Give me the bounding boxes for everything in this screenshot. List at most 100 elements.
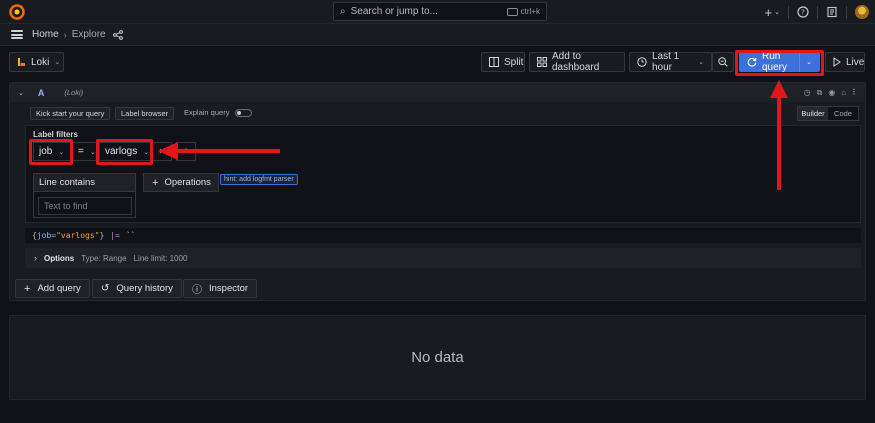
keyboard-shortcut-hint: ctrl+k — [506, 7, 540, 16]
options-label: Options — [44, 253, 75, 263]
add-query-label: Add query — [37, 283, 81, 294]
query-row-actions: ◷ ⧉ ◉ ⌂ ⠇ — [804, 88, 858, 98]
clock-icon — [637, 57, 647, 67]
datasource-picker[interactable]: Loki ⌄ — [9, 52, 64, 72]
inspector-label: Inspector — [209, 283, 249, 294]
operator-value: = — [78, 146, 84, 157]
options-line-limit: Line limit: 1000 — [133, 253, 188, 263]
zoom-out-button[interactable] — [712, 52, 734, 72]
builder-mode-tab[interactable]: Builder — [798, 107, 828, 120]
top-navbar: ⌕ Search or jump to... ctrl+k + ⌄ ? — [0, 0, 875, 24]
query-preview-pipe: |= — [110, 231, 120, 240]
menu-icon[interactable] — [11, 30, 23, 39]
query-history-label: Query history — [116, 283, 173, 294]
label-browser-button[interactable]: Label browser — [115, 107, 175, 120]
line-contains-input[interactable]: Text to find — [38, 197, 132, 215]
duplicate-query-icon[interactable]: ⧉ — [817, 88, 823, 98]
remove-filter-button[interactable]: ✕ — [152, 142, 172, 161]
collapse-chevron-icon[interactable]: ⌄ — [18, 89, 24, 97]
search-placeholder: Search or jump to... — [350, 6, 438, 17]
query-ref-id[interactable]: A — [38, 88, 45, 98]
explain-query-label: Explain query — [184, 108, 230, 117]
grafana-logo-icon[interactable] — [9, 4, 25, 20]
add-to-dashboard-label: Add to dashboard — [552, 51, 600, 73]
breadcrumb-home[interactable]: Home — [32, 29, 59, 40]
annotation-highlight-job — [29, 139, 73, 165]
line-contains-operation: Line contains Text to find — [33, 173, 136, 218]
results-panel: No data — [9, 315, 866, 400]
chevron-down-icon: ⌄ — [54, 59, 61, 66]
news-icon[interactable] — [826, 6, 838, 18]
chevron-down-icon: ⌄ — [774, 9, 780, 16]
help-icon[interactable]: ? — [797, 6, 809, 18]
operations-label: Operations — [164, 177, 211, 188]
annotation-highlight-varlogs — [96, 139, 153, 165]
query-preview: { job = "varlogs" } |= `` — [25, 228, 861, 243]
apps-icon — [537, 57, 547, 67]
query-datasource-tag: (Loki) — [64, 88, 84, 97]
split-label: Split — [504, 56, 524, 68]
breadcrumb-explore: Explore — [71, 29, 106, 40]
query-history-button[interactable]: ↺ Query history — [92, 279, 182, 298]
split-icon — [489, 57, 499, 67]
top-right-icons: + ⌄ ? — [765, 0, 875, 24]
live-label: Live — [846, 56, 865, 68]
add-filter-button[interactable]: + — [176, 142, 196, 161]
search-input[interactable]: ⌕ Search or jump to... ctrl+k — [333, 2, 547, 21]
hint-logfmt-parser[interactable]: hint: add logfmt parser — [220, 174, 298, 185]
svg-text:?: ? — [801, 9, 805, 17]
query-row-header[interactable]: ⌄ A (Loki) ◷ ⧉ ◉ ⌂ ⠇ — [10, 83, 865, 102]
drag-handle-icon[interactable]: ⠇ — [852, 88, 858, 98]
plus-icon: + — [24, 282, 31, 295]
add-query-button[interactable]: + Add query — [15, 279, 90, 298]
plus-icon: + — [152, 176, 159, 189]
chevron-down-icon: ⌄ — [698, 59, 704, 66]
play-icon — [833, 57, 841, 67]
keyboard-icon — [506, 7, 518, 16]
divider — [817, 5, 818, 19]
annotation-highlight-run-query — [735, 50, 824, 76]
query-preview-brace: } — [99, 231, 105, 240]
loki-logo-icon — [17, 57, 26, 67]
split-button[interactable]: Split — [481, 52, 525, 72]
live-button[interactable]: Live — [825, 52, 865, 72]
no-data-message: No data — [411, 349, 464, 366]
operator-select[interactable]: = ⌄ — [72, 142, 97, 161]
add-to-dashboard-button[interactable]: Add to dashboard — [529, 51, 625, 73]
share-icon[interactable] — [112, 29, 123, 40]
delete-query-icon[interactable]: ⌂ — [841, 88, 846, 98]
divider — [788, 5, 789, 19]
editor-mode-switch: Builder Code — [797, 106, 859, 121]
operations-button[interactable]: + Operations — [143, 173, 219, 192]
hide-query-eye-icon[interactable]: ◉ — [828, 88, 835, 98]
breadcrumb-bar: Home › Explore — [0, 24, 875, 46]
query-options-row[interactable]: › Options Type: Range Line limit: 1000 — [25, 248, 861, 268]
new-menu-button[interactable]: + ⌄ — [765, 5, 780, 20]
query-history-icon[interactable]: ◷ — [804, 88, 811, 98]
close-icon: ✕ — [158, 147, 166, 156]
chevron-right-icon: › — [34, 253, 37, 263]
plus-icon: + — [764, 4, 773, 20]
code-mode-tab[interactable]: Code — [828, 107, 858, 120]
zoom-out-icon — [718, 57, 728, 67]
options-type: Type: Range — [81, 253, 127, 263]
line-contains-title: Line contains — [34, 174, 135, 192]
label-filters-title: Label filters — [33, 130, 78, 139]
explain-query-toggle[interactable] — [235, 109, 252, 117]
time-range-picker[interactable]: Last 1 hour ⌄ — [629, 51, 712, 73]
kick-start-button[interactable]: Kick start your query — [30, 107, 111, 120]
shortcut-label: ctrl+k — [520, 7, 540, 16]
query-preview-key: job — [36, 231, 52, 240]
history-icon: ↺ — [101, 283, 110, 294]
user-avatar[interactable] — [855, 5, 869, 19]
inspector-button[interactable]: ⓘ Inspector — [183, 279, 258, 298]
search-icon: ⌕ — [340, 6, 346, 17]
info-icon: ⓘ — [192, 285, 202, 296]
query-preview-value: "varlogs" — [56, 231, 100, 240]
chevron-down-icon: ⌄ — [89, 148, 96, 156]
time-range-label: Last 1 hour — [652, 51, 680, 73]
query-preview-string: `` — [125, 231, 136, 240]
chevron-right-icon: › — [63, 29, 67, 40]
divider — [846, 5, 847, 19]
plus-icon: + — [183, 146, 189, 157]
